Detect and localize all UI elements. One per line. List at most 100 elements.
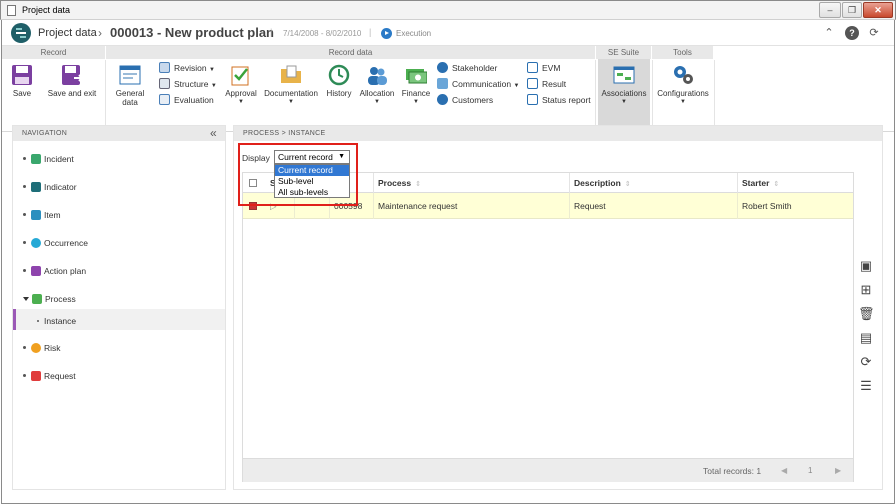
configurations-button[interactable]: Configurations ▼ [656,64,710,105]
save-exit-button[interactable]: Save and exit [46,64,98,98]
money-icon [405,64,428,86]
chevron-down-icon: ▼ [413,99,419,105]
nav-item-occurrence[interactable]: Occurrence [23,238,88,248]
window-icon [7,5,16,16]
approval-button[interactable]: Approval ▼ [224,64,258,105]
collapse-up-icon[interactable]: ⌃ [822,26,836,40]
option-all-sub-levels[interactable]: All sub-levels [275,187,349,198]
breadcrumb: PROCESS > INSTANCE [234,126,882,141]
nav-item-process[interactable]: Process [23,294,76,304]
stakeholder-button[interactable]: Stakeholder [437,62,497,73]
navigation-header: NAVIGATION « [13,126,225,141]
users-icon [366,64,388,86]
nav-item-incident[interactable]: Incident [23,154,74,164]
nav-item-item[interactable]: Item [23,210,61,220]
general-data-button[interactable]: General data [107,64,153,107]
item-icon [31,210,41,220]
row-cell-starter: Robert Smith [737,193,853,219]
group-tools: Tools [652,46,714,59]
evaluation-button[interactable]: Evaluation [159,94,214,105]
evm-button[interactable]: EVM [527,62,560,73]
general-data-icon [119,64,141,86]
collapse-left-icon[interactable]: « [210,126,217,140]
display-label: Display [242,153,270,163]
result-button[interactable]: Result [527,78,566,89]
customers-button[interactable]: Customers [437,94,493,105]
app-logo-icon [11,23,31,43]
sort-icon: ⇕ [415,181,421,188]
column-process[interactable]: Process ⇕ [373,173,569,193]
folder-settings-icon[interactable]: ▤ [858,330,874,346]
total-records: Total records: 1 [703,466,762,476]
option-current-record[interactable]: Current record [275,165,349,176]
nav-item-risk[interactable]: Risk [23,343,61,353]
delete-icon[interactable]: 🗑 [858,306,875,322]
row-checkbox[interactable] [249,202,257,210]
chevron-down-icon: ▼ [621,99,627,105]
close-button[interactable]: ✕ [863,2,893,18]
prev-page-icon[interactable]: ◀ [781,466,787,475]
associations-icon [613,64,635,86]
column-description[interactable]: Description ⇕ [569,173,737,193]
display-select[interactable]: Current record ▼ [274,150,350,164]
status-badge: Execution [396,29,432,38]
nav-item-instance[interactable]: Instance [37,316,76,326]
help-icon[interactable]: ? [845,26,859,40]
approval-icon [230,64,252,86]
group-se-suite: SE Suite [596,46,652,59]
minimize-button[interactable]: – [819,2,841,18]
folder-icon [280,64,302,86]
save-exit-icon [61,64,84,86]
refresh-icon[interactable]: ⟳ [858,354,874,370]
column-starter[interactable]: Starter ⇕ [737,173,853,193]
divider: | [369,27,372,37]
indicator-icon [31,182,41,192]
window-titlebar: Project data – ❐ ✕ [0,0,896,20]
window-title: Project data [22,5,71,15]
allocation-button[interactable]: Allocation ▼ [359,64,395,105]
chevron-right-icon: › [98,26,102,40]
evm-icon [527,62,538,73]
page-number: 1 [808,466,813,475]
history-icon [328,64,350,86]
chevron-down-icon: ▼ [338,153,345,160]
option-sub-level[interactable]: Sub-level [275,176,349,187]
risk-icon [31,343,41,353]
record-dates: 7/14/2008 - 8/02/2010 [283,29,362,38]
chevron-down-icon: ▼ [238,99,244,105]
view-record-icon[interactable]: ▣ [858,258,874,274]
structure-button[interactable]: Structure ▼ [159,78,217,89]
history-button[interactable]: History [324,64,354,98]
status-report-button[interactable]: Status report [527,94,591,105]
divider: | [270,27,273,37]
select-all-checkbox[interactable] [249,179,257,187]
associations-button[interactable]: Associations ▼ [599,64,649,105]
save-label: Save [12,89,32,98]
nav-item-indicator[interactable]: Indicator [23,182,77,192]
navigation-panel: NAVIGATION « Incident Indicator Item Occ… [12,125,226,490]
action-plan-icon [31,266,41,276]
evaluation-icon [159,94,170,105]
communication-button[interactable]: Communication ▼ [437,78,519,89]
occurrence-icon [31,238,41,248]
nav-item-request[interactable]: Request [23,371,76,381]
communication-icon [437,78,448,89]
next-page-icon[interactable]: ▶ [835,466,841,475]
finance-button[interactable]: Finance ▼ [400,64,432,105]
revision-button[interactable]: Revision ▼ [159,62,215,73]
list-icon[interactable]: ☰ [858,378,874,394]
chevron-down-icon: ▼ [374,99,380,105]
restore-button[interactable]: ❐ [842,2,862,18]
refresh-icon[interactable]: ⟳ [867,26,881,40]
documentation-button[interactable]: Documentation ▼ [264,64,318,105]
revision-icon [159,62,170,73]
divider [652,60,653,130]
record-title: 000013 - New product plan [110,25,274,40]
side-toolbar: ▣ ⊞ 🗑 ▤ ⟳ ☰ [856,258,878,398]
save-icon [11,64,33,86]
save-button[interactable]: Save [8,64,36,98]
grid-footer: Total records: 1 ◀ 1 ▶ [243,458,853,482]
nav-item-action-plan[interactable]: Action plan [23,266,86,276]
group-record-data: Record data [106,46,596,59]
hierarchy-icon[interactable]: ⊞ [858,282,874,298]
